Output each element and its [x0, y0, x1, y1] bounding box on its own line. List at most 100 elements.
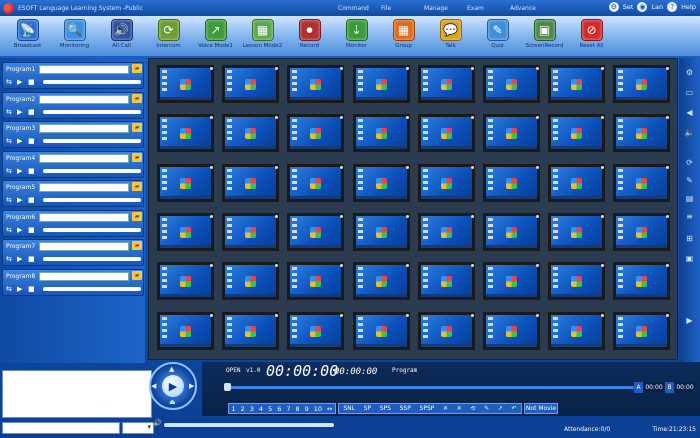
student-screen-thumbnail[interactable]: [352, 212, 410, 251]
program-progress[interactable]: [43, 109, 141, 114]
program-progress[interactable]: [43, 80, 141, 84]
student-screen-thumbnail[interactable]: [222, 114, 280, 153]
menu-command[interactable]: Command: [338, 5, 381, 12]
folder-icon[interactable]: ▰: [132, 241, 142, 250]
play-icon[interactable]: ▶: [17, 196, 22, 204]
student-screen-thumbnail[interactable]: [483, 311, 540, 350]
program-file-field[interactable]: [39, 212, 129, 222]
student-screen-thumbnail[interactable]: [287, 262, 345, 301]
swap-icon[interactable]: ⇆: [6, 108, 12, 116]
menu-file[interactable]: File: [381, 5, 424, 12]
mode-snl[interactable]: SNL: [343, 405, 355, 412]
student-screen-thumbnail[interactable]: [613, 311, 671, 350]
set-label[interactable]: Set: [623, 3, 634, 11]
toolbar-quiz-button[interactable]: ✎ Quiz: [474, 16, 521, 56]
student-screen-thumbnail[interactable]: [417, 311, 475, 350]
student-screen-thumbnail[interactable]: [483, 262, 540, 301]
folder-icon[interactable]: ▰: [132, 93, 142, 103]
student-screen-thumbnail[interactable]: [352, 311, 410, 350]
open-label[interactable]: OPEN: [226, 367, 240, 374]
stop-icon[interactable]: ■: [28, 255, 35, 263]
segment-number-7[interactable]: 7: [286, 405, 290, 413]
menu-exam[interactable]: Exam: [467, 5, 510, 12]
student-screen-thumbnail[interactable]: [483, 65, 540, 103]
play-icon[interactable]: ▶: [684, 316, 695, 326]
stop-icon[interactable]: ■: [28, 108, 35, 116]
segment-number-9[interactable]: 9: [305, 405, 309, 413]
segment-number-3[interactable]: 3: [250, 405, 254, 413]
eject-icon[interactable]: ⏏: [169, 398, 176, 406]
message-box[interactable]: [2, 370, 152, 418]
student-screen-thumbnail[interactable]: [548, 163, 606, 202]
program-file-field[interactable]: [39, 153, 129, 163]
a-label[interactable]: A: [634, 382, 643, 393]
export-icon[interactable]: ↗: [498, 405, 503, 412]
stop-icon[interactable]: ■: [28, 167, 35, 175]
student-screen-thumbnail[interactable]: [157, 114, 214, 153]
student-screen-thumbnail[interactable]: [157, 163, 214, 202]
help-label[interactable]: Help: [681, 3, 696, 11]
student-screen-thumbnail[interactable]: [287, 114, 345, 153]
screen-icon-2[interactable]: ▣: [684, 254, 695, 264]
student-screen-thumbnail[interactable]: [483, 114, 540, 153]
student-screen-thumbnail[interactable]: [548, 311, 606, 350]
lan-label[interactable]: Lan: [651, 3, 663, 11]
arrow-right-icon[interactable]: ▶: [189, 382, 194, 390]
globe-icon[interactable]: ◉: [637, 2, 648, 12]
toolbar-reset-all-button[interactable]: ⊘ Reset All: [568, 16, 615, 56]
student-screen-thumbnail[interactable]: [352, 65, 410, 103]
segment-number-10[interactable]: 10: [314, 405, 322, 413]
student-screen-thumbnail[interactable]: [483, 212, 540, 251]
segment-cycle-icon[interactable]: ↔: [327, 405, 332, 413]
program-progress[interactable]: [43, 227, 141, 232]
program-file-field[interactable]: [39, 124, 129, 133]
settings-icon[interactable]: ⚙: [684, 68, 695, 78]
student-screen-thumbnail[interactable]: [222, 212, 280, 251]
student-screen-thumbnail[interactable]: [157, 262, 214, 301]
student-screen-thumbnail[interactable]: [222, 311, 280, 350]
toolbar-broadcast-button[interactable]: 📡 Broadcast: [4, 16, 51, 56]
segment-number-2[interactable]: 2: [241, 405, 245, 413]
undo-icon[interactable]: ↶: [511, 405, 516, 412]
student-screen-thumbnail[interactable]: [548, 114, 606, 153]
student-screen-thumbnail[interactable]: [548, 65, 606, 103]
menu-manage[interactable]: Manage: [424, 5, 467, 12]
stop-icon[interactable]: ■: [28, 78, 35, 86]
grid-icon[interactable]: ▤: [684, 194, 695, 204]
arrow-up-icon[interactable]: ▲: [169, 365, 174, 373]
student-screen-thumbnail[interactable]: [613, 212, 671, 251]
student-screen-thumbnail[interactable]: [157, 311, 214, 350]
student-screen-thumbnail[interactable]: [287, 212, 345, 251]
student-screen-thumbnail[interactable]: [613, 163, 671, 202]
student-screen-thumbnail[interactable]: [287, 163, 345, 202]
toolbar-group-button[interactable]: ▦ Group: [380, 16, 427, 56]
windows-icon[interactable]: ⊞: [684, 234, 695, 244]
toolbar-speaker-call-button[interactable]: 🔊 All Call: [98, 16, 145, 56]
arrow-left-icon[interactable]: ◀: [151, 382, 156, 390]
student-screen-thumbnail[interactable]: [222, 163, 280, 202]
swap-icon[interactable]: ⇆: [6, 196, 12, 204]
student-screen-thumbnail[interactable]: [222, 65, 280, 103]
speaker-icon[interactable]: ◀: [684, 108, 695, 118]
play-icon[interactable]: ▶: [17, 226, 22, 234]
mode-ssp[interactable]: SSP: [400, 405, 411, 412]
toolbar-monitor-button[interactable]: ⇣ Monitor: [333, 16, 380, 56]
toolbar-lesson-mode-button[interactable]: ▦ Lesson Mode2: [239, 16, 286, 56]
student-screen-thumbnail[interactable]: [352, 114, 410, 153]
close-icon[interactable]: ✕: [443, 405, 448, 412]
play-icon[interactable]: ▶: [17, 285, 22, 293]
mode-spsp[interactable]: SPSP: [420, 405, 435, 412]
toolbar-monitor-magnifier-button[interactable]: 🔍 Monitoring: [51, 16, 98, 56]
program-file-field[interactable]: [39, 271, 129, 281]
play-icon[interactable]: ▶: [17, 167, 22, 175]
program-file-field[interactable]: [39, 183, 129, 192]
folder-icon[interactable]: ▰: [132, 123, 142, 132]
folder-icon[interactable]: ▰: [132, 64, 142, 73]
b-label[interactable]: B: [665, 382, 674, 393]
stop-icon[interactable]: ■: [28, 196, 35, 204]
menu-advance[interactable]: Advance: [510, 5, 553, 12]
toolbar-voice-mode-button[interactable]: ↗ Voice Mode1: [192, 16, 239, 56]
student-screen-thumbnail[interactable]: [613, 65, 671, 103]
screen-icon[interactable]: ▭: [684, 88, 695, 98]
edit-icon[interactable]: ✎: [484, 405, 489, 412]
